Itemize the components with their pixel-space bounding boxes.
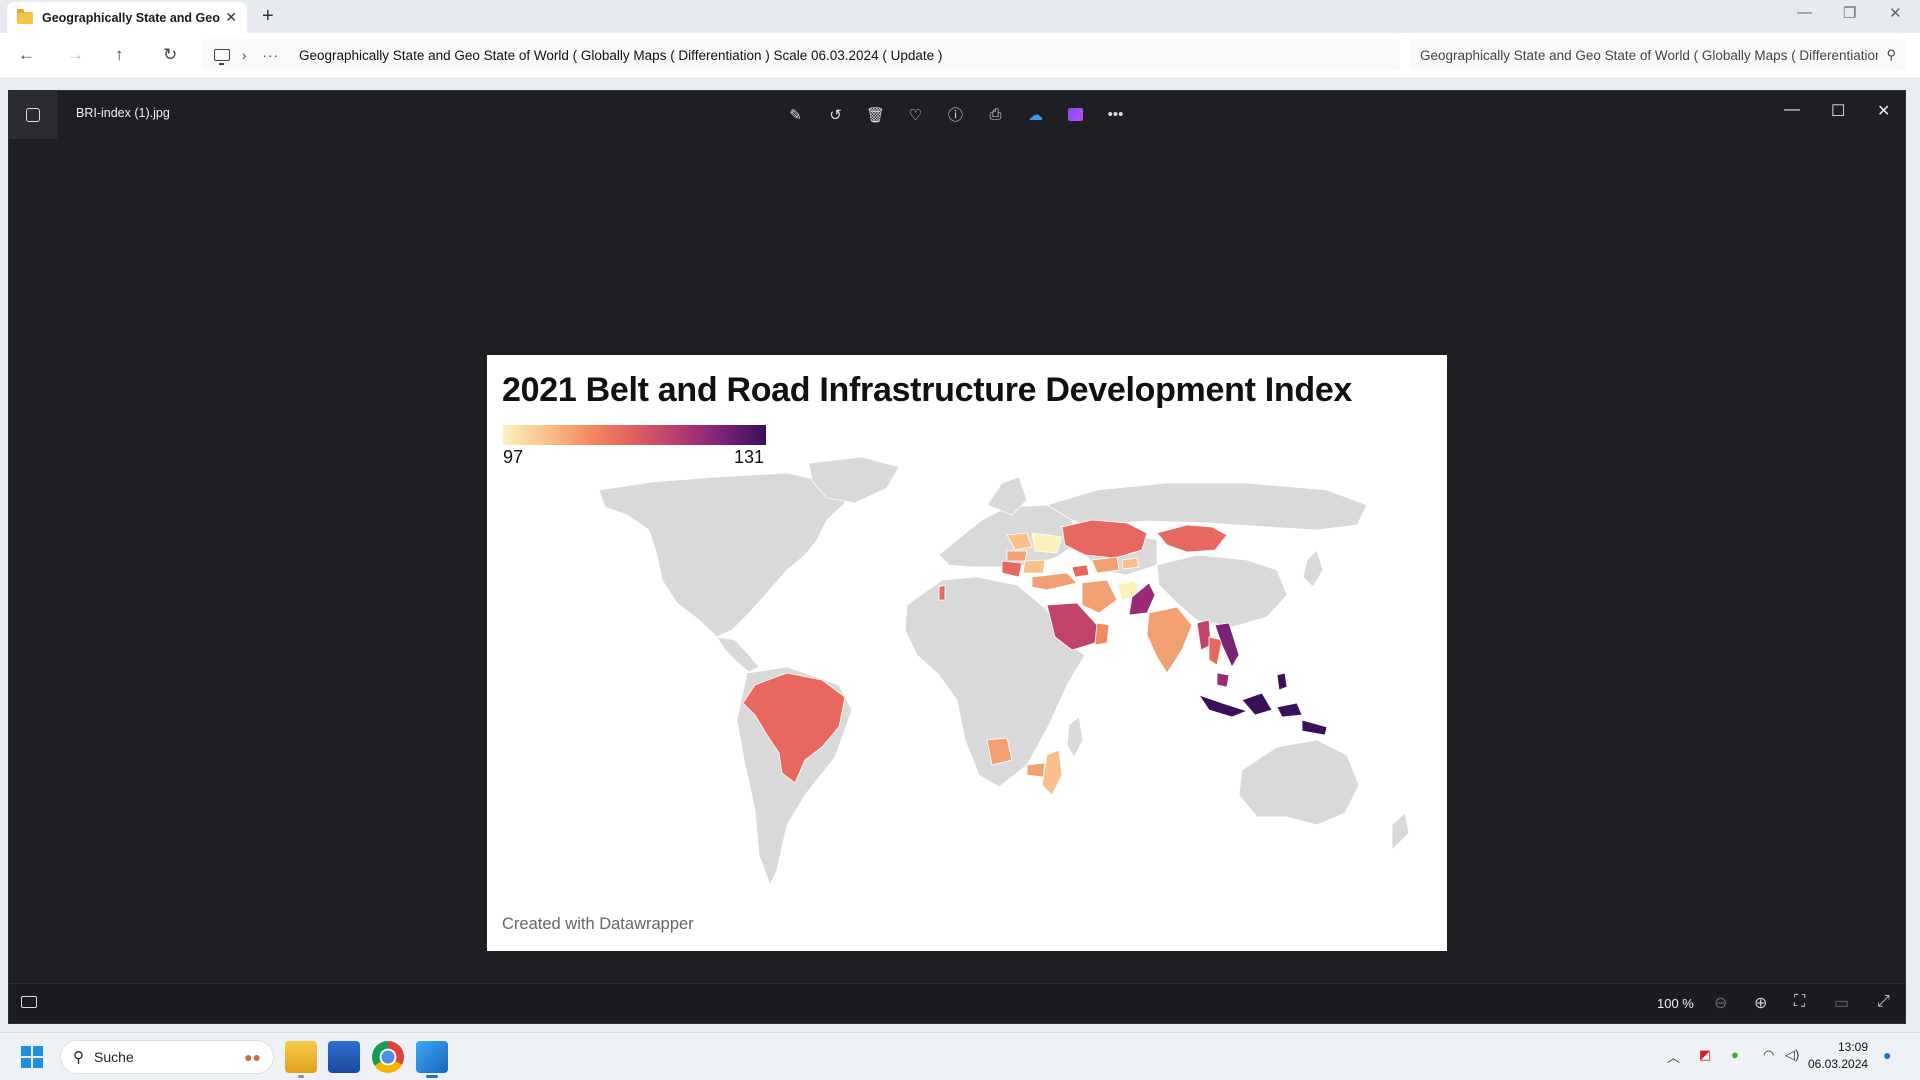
hungary (1006, 550, 1028, 562)
world-choropleth-map (598, 456, 1410, 887)
explorer-tab[interactable]: Geographically State and Geo ✕ (7, 2, 247, 33)
acrobat-icon[interactable]: ◩ (1699, 1047, 1711, 1063)
taskbar-search-label: Suche (94, 1049, 134, 1065)
microsoft-store-icon[interactable] (328, 1041, 360, 1073)
kyrgyzstan (1121, 557, 1140, 570)
restore-icon[interactable]: ❐ (1843, 4, 1856, 22)
start-button[interactable] (21, 1046, 43, 1068)
indonesia (1198, 692, 1328, 736)
turkey (1031, 572, 1078, 591)
search-text: Geographically State and Geo State of Wo… (1420, 47, 1879, 63)
philippines (1276, 672, 1288, 691)
actual-size-icon[interactable]: ▭ (1834, 993, 1849, 1013)
madagascar (1066, 716, 1084, 758)
breadcrumb-more-button[interactable]: ··· (263, 48, 280, 63)
chevron-right-icon: › (242, 47, 247, 63)
close-icon[interactable]: ✕ (1889, 4, 1902, 22)
romania (1022, 559, 1046, 574)
balkans (1001, 560, 1023, 578)
zoom-level: 100 % (1657, 996, 1694, 1011)
mongolia (1156, 524, 1228, 553)
viewer-bottom-bar: 100 % ⊖ ⊕ ⛶ ▭ ⤢ (9, 983, 1905, 1023)
viewer-minimize-icon[interactable]: — (1784, 101, 1800, 119)
new-zealand (1391, 812, 1410, 851)
minimize-icon[interactable]: — (1797, 4, 1812, 21)
computer-icon (214, 49, 230, 65)
datawrapper-credit: Created with Datawrapper (502, 915, 694, 933)
tanzania-mozambique (1041, 749, 1063, 796)
portugal (938, 584, 946, 601)
security-icon[interactable]: ● (1731, 1047, 1739, 1062)
chevron-up-icon[interactable]: ︿ (1667, 1047, 1680, 1066)
viewer-maximize-icon[interactable]: ☐ (1831, 101, 1845, 121)
uzbekistan (1091, 556, 1120, 574)
folder-icon (17, 8, 33, 24)
malaysia (1216, 672, 1230, 688)
forward-icon[interactable]: → (67, 45, 84, 65)
search-icon: ⚲ (73, 1049, 84, 1066)
up-icon[interactable]: ↑ (115, 45, 124, 65)
time: 13:09 (1837, 1040, 1868, 1054)
viewer-title-bar: BRI-index (1).jpg ✎ ↺ 🗑 ♡ ⓘ ⎙ ☁ ••• — ☐ … (9, 91, 1905, 139)
explorer-tab-bar: Geographically State and Geo ✕ + — ❐ ✕ (0, 0, 1920, 33)
oman (1094, 622, 1110, 646)
viewer-toolbar: ✎ ↺ 🗑 ♡ ⓘ ⎙ ☁ ••• (784, 103, 1127, 126)
rotate-icon[interactable]: ↺ (824, 103, 847, 126)
viewer-close-icon[interactable]: ✕ (1877, 101, 1890, 121)
print-icon[interactable]: ⎙ (984, 103, 1007, 126)
explorer-toolbar: ← → ↑ ↻ › ··· Geographically State and G… (0, 33, 1920, 79)
australia (1238, 739, 1360, 826)
volume-icon[interactable]: ◁) (1785, 1047, 1799, 1063)
thailand (1208, 636, 1223, 666)
zambia (1026, 762, 1046, 778)
edit-icon[interactable]: ✎ (784, 103, 807, 126)
file-name: BRI-index (1).jpg (76, 106, 170, 120)
japan (1302, 549, 1324, 588)
new-tab-button[interactable]: + (262, 5, 274, 28)
search-icon: ⚲ (1886, 47, 1896, 62)
ukraine (1031, 532, 1063, 554)
address-bar[interactable]: › ··· Geographically State and Geo State… (202, 39, 1400, 71)
fullscreen-icon[interactable]: ⤢ (1877, 993, 1890, 1011)
kazakhstan (1061, 519, 1148, 559)
iran (1081, 579, 1118, 614)
taskbar-search[interactable]: ⚲ Suche ●● (60, 1040, 274, 1074)
address-path: Geographically State and Geo State of Wo… (299, 47, 943, 63)
info-icon[interactable]: ⓘ (944, 103, 967, 126)
displayed-image: 2021 Belt and Road Infrastructure Develo… (487, 355, 1447, 951)
back-icon[interactable]: ← (18, 45, 35, 65)
north-america (598, 472, 846, 638)
zoom-in-icon[interactable]: ⊕ (1754, 993, 1767, 1013)
search-highlight-icon: ●● (244, 1049, 261, 1065)
onedrive-icon[interactable]: ☁ (1024, 103, 1047, 126)
delete-icon[interactable]: 🗑 (864, 103, 887, 126)
clipchamp-icon[interactable] (1064, 103, 1087, 126)
file-explorer-icon[interactable] (285, 1041, 317, 1078)
filmstrip-icon[interactable] (21, 996, 37, 1008)
chrome-icon[interactable] (372, 1041, 404, 1073)
wifi-icon[interactable]: ◠ (1763, 1047, 1774, 1063)
search-input[interactable]: Geographically State and Geo State of Wo… (1410, 39, 1906, 71)
favorite-icon[interactable]: ♡ (904, 103, 927, 126)
date: 06.03.2024 (1808, 1057, 1869, 1071)
caucasus (1071, 564, 1090, 578)
tab-close-button[interactable]: ✕ (225, 9, 237, 26)
taskbar: ⚲ Suche ●● ︿ ◩ ● ◠ ◁) 13:09 06.03.2024 ● (0, 1032, 1920, 1080)
tab-title: Geographically State and Geo (42, 10, 220, 25)
clock[interactable]: 13:09 06.03.2024 (1808, 1039, 1868, 1073)
india (1146, 606, 1193, 674)
central-america (716, 636, 760, 673)
fit-to-window-icon[interactable]: ⛶ (1794, 993, 1805, 1011)
refresh-icon[interactable]: ↻ (163, 45, 177, 65)
photo-viewer-window: BRI-index (1).jpg ✎ ↺ 🗑 ♡ ⓘ ⎙ ☁ ••• — ☐ … (8, 90, 1906, 1024)
photos-app-icon[interactable] (9, 91, 57, 139)
photos-taskbar-icon[interactable] (416, 1041, 448, 1078)
more-icon[interactable]: ••• (1104, 103, 1127, 126)
notification-bell-icon[interactable]: ● (1883, 1047, 1891, 1063)
zoom-out-icon[interactable]: ⊖ (1714, 993, 1727, 1013)
